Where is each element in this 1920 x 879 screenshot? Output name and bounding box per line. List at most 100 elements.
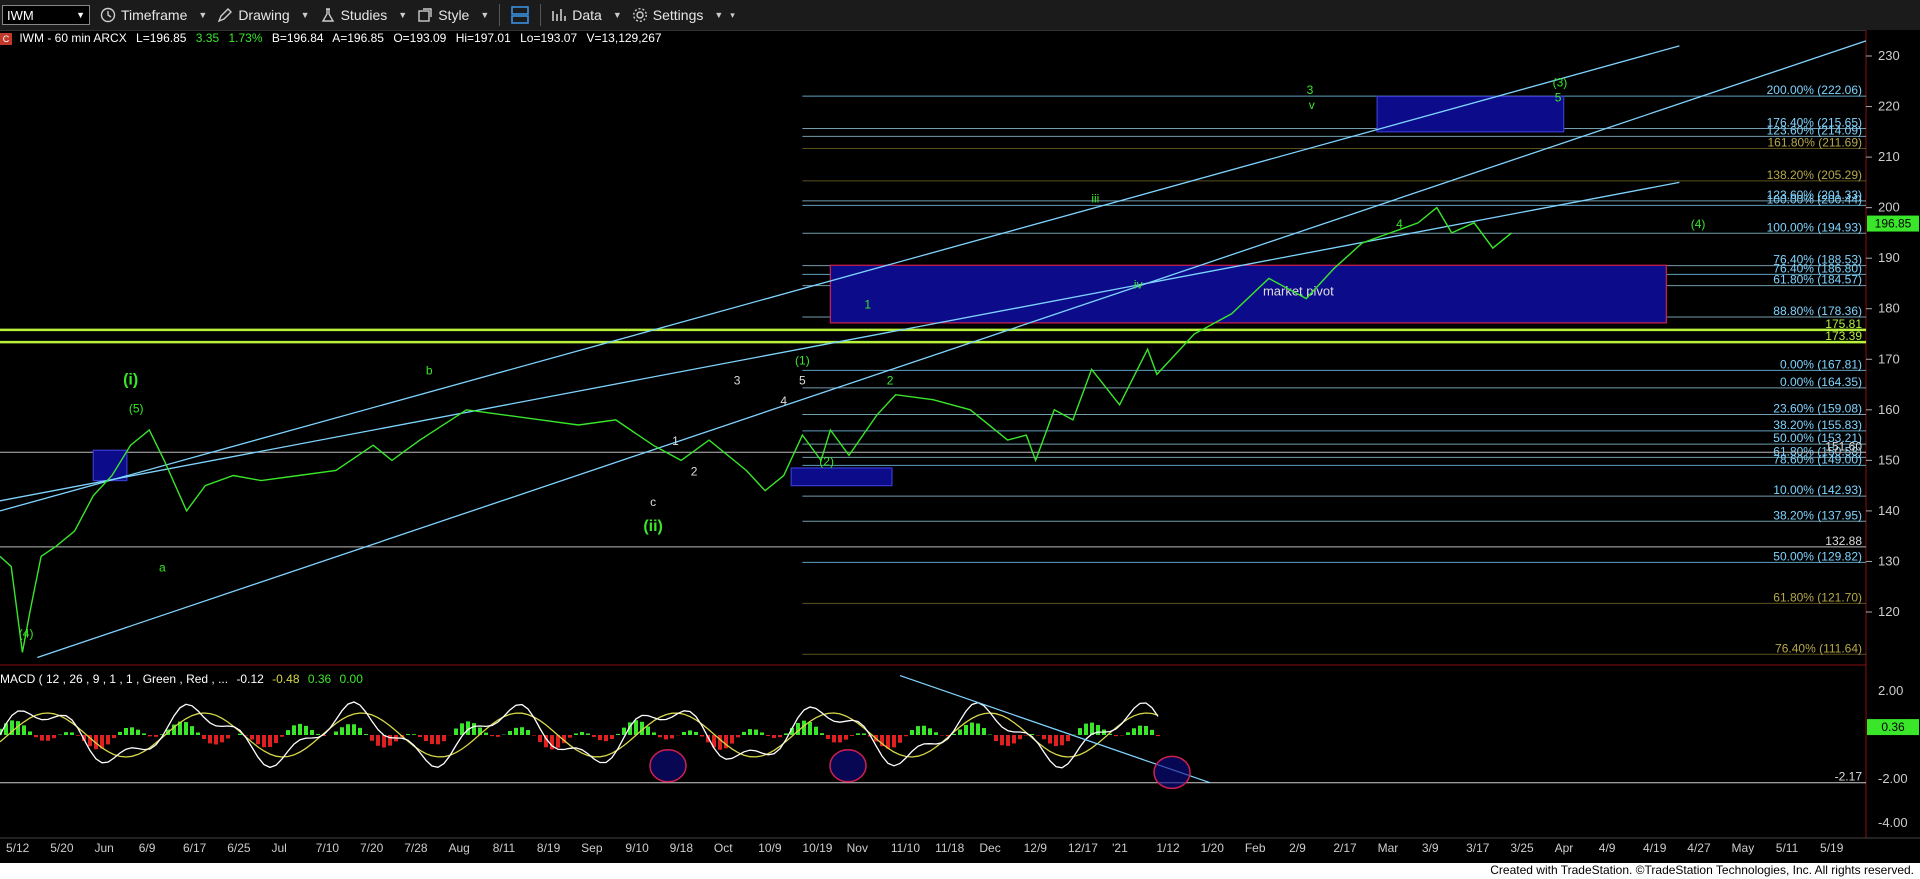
fib-level-label: 78.60% (149.00) [1773,452,1862,466]
x-tick-label: 11/10 [891,841,920,855]
wave-label: 1 [672,434,679,448]
x-tick-label: Dec [979,841,1000,855]
fib-level-label: 0.00% (167.81) [1780,357,1862,371]
x-tick-label: 3/17 [1466,841,1490,855]
macd-last-label: 0.36 [1881,720,1905,734]
fib-level-label: 38.20% (155.83) [1773,418,1862,432]
x-tick-label: 4/27 [1687,841,1711,855]
y-tick-label: 120 [1878,604,1900,619]
y-tick-label: 190 [1878,250,1900,265]
wave-label: 1 [864,298,871,312]
x-tick-label: Nov [847,841,868,855]
footer: Created with TradeStation. ©TradeStation… [0,863,1920,879]
x-tick-label: 8/11 [493,841,516,855]
x-tick-label: 5/12 [6,841,30,855]
y-tick-label: 230 [1878,48,1900,63]
wave-label: 4 [1396,217,1403,231]
price-level-label: 132.88 [1825,534,1862,548]
fib-level-label: 61.80% (121.70) [1773,590,1862,604]
x-tick-label: Apr [1555,841,1574,855]
macd-signal-value: -0.48 [272,672,300,686]
wave-label: (3) [1553,75,1568,89]
wave-label: 5 [1555,90,1562,104]
x-tick-label: 8/19 [537,841,561,855]
x-tick-label: 5/11 [1776,841,1799,855]
wave-label: 3 [1307,83,1314,97]
x-tick-label: 3/9 [1422,841,1439,855]
y-tick-label: 180 [1878,301,1900,316]
macd-min-label: -2.17 [1835,770,1863,784]
wave-label: (i) [123,372,138,389]
x-tick-label: 1/20 [1201,841,1225,855]
x-tick-label: '21 [1112,841,1128,855]
last-price-label: 196.85 [1875,217,1912,231]
fib-level-label: 200.00% (222.06) [1767,83,1862,97]
wave-label: 3 [734,374,741,388]
fib-level-label: 23.60% (159.08) [1773,401,1862,415]
wave-label: c [650,495,656,509]
y-tick-label: 130 [1878,553,1900,568]
x-tick-label: 7/10 [316,841,340,855]
channel-line [37,40,1867,659]
macd-value: -0.12 [236,672,264,686]
x-tick-label: 4/19 [1643,841,1667,855]
macd-highlight-ellipse [1153,755,1191,790]
x-tick-label: 12/17 [1068,841,1098,855]
wave-label: 2 [691,465,698,479]
x-tick-label: 7/28 [404,841,428,855]
wave-label: 5 [799,374,806,388]
x-tick-label: 6/25 [227,841,251,855]
wave-label: 4 [780,394,787,408]
x-tick-label: 2/17 [1333,841,1357,855]
fib-level-label: 138.20% (205.29) [1767,168,1862,182]
macd-hist-value: 0.36 [307,672,332,686]
x-tick-label: 2/9 [1289,841,1306,855]
fib-level-label: 76.40% (111.64) [1775,641,1862,655]
x-tick-label: 12/9 [1024,841,1048,855]
pivot-level-label: 173.39 [1825,329,1862,343]
target-box [829,264,1667,324]
target-box [1376,95,1565,133]
y-tick-label: 220 [1878,99,1900,114]
wave-label: (5) [129,401,144,415]
x-tick-label: Jun [94,841,113,855]
x-tick-label: Aug [448,841,469,855]
x-tick-label: 1/12 [1156,841,1180,855]
fib-level-label: 38.20% (137.95) [1773,508,1862,522]
y-tick-label: 170 [1878,351,1900,366]
x-tick-label: May [1732,841,1755,855]
x-tick-label: Jul [271,841,286,855]
macd-y-tick-label: -2.00 [1878,771,1908,786]
macd-highlight-ellipse [649,749,687,783]
wave-label: (4) [19,626,34,640]
wave-label: b [426,363,433,377]
fib-level-label: 0.00% (164.35) [1780,375,1862,389]
copyright-text: Created with TradeStation. ©TradeStation… [1490,863,1914,877]
wave-label: 2 [887,374,894,388]
x-tick-label: 9/18 [670,841,694,855]
x-tick-label: 6/9 [139,841,156,855]
wave-label: (2) [819,454,834,468]
target-box [92,449,128,482]
fib-level-label: 161.80% (211.69) [1767,136,1862,150]
x-tick-label: Mar [1378,841,1399,855]
wave-label: iii [1091,192,1099,206]
x-tick-label: 4/9 [1599,841,1616,855]
wave-label: iv [1134,278,1143,292]
macd-y-tick-label: -4.00 [1878,815,1908,830]
wave-label: (ii) [643,518,663,535]
y-tick-label: 160 [1878,402,1900,417]
wave-label: (4) [1691,217,1706,231]
x-tick-label: 5/19 [1820,841,1844,855]
wave-label: a [159,561,166,575]
price-chart[interactable]: 200.00% (222.06)176.40% (215.65)123.60% … [0,0,1920,863]
wave-label: (1) [795,353,810,367]
x-tick-label: 10/9 [758,841,782,855]
fib-level-label: 100.00% (200.44) [1767,192,1862,206]
x-tick-label: Feb [1245,841,1266,855]
macd-header: MACD ( 12 , 26 , 9 , 1 , 1 , Green , Red… [0,672,368,686]
y-tick-label: 210 [1878,149,1900,164]
y-tick-label: 150 [1878,452,1900,467]
fib-level-label: 50.00% (129.82) [1773,549,1862,563]
y-tick-label: 140 [1878,503,1900,518]
